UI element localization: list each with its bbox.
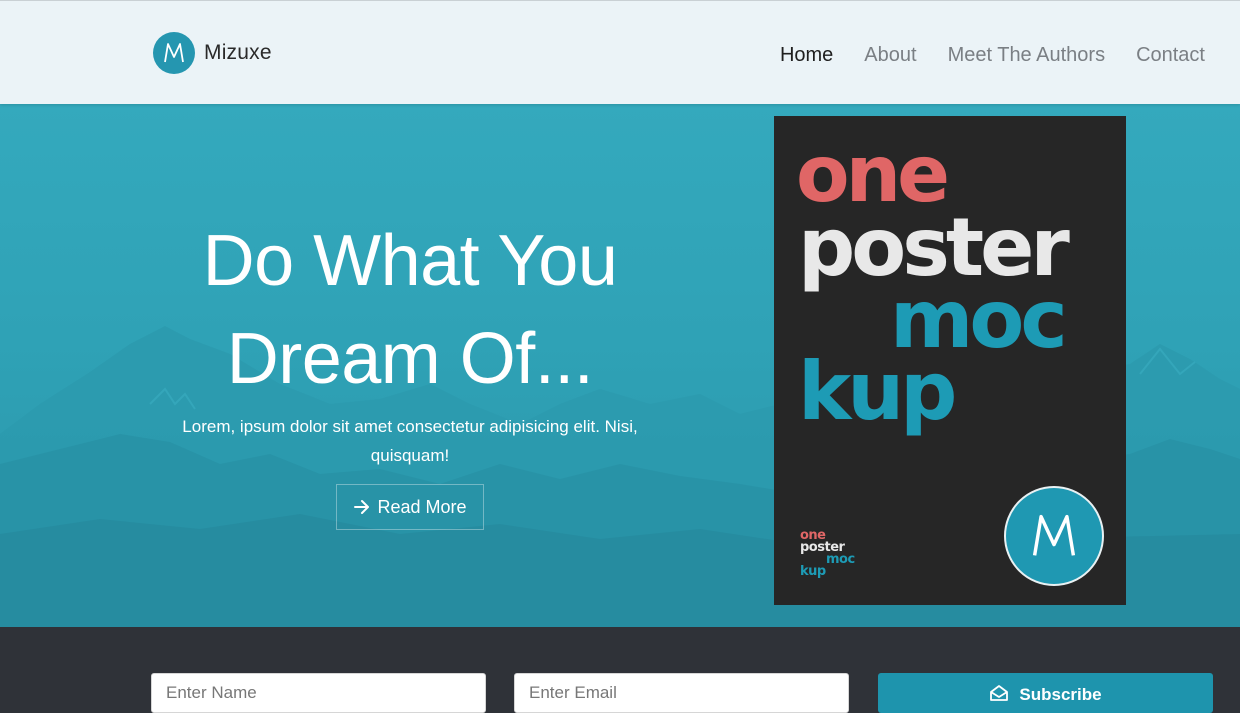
arrow-right-icon bbox=[354, 500, 370, 514]
nav-link-contact[interactable]: Contact bbox=[1136, 42, 1205, 68]
hero-title-line-1: Do What You bbox=[202, 221, 618, 301]
email-input[interactable] bbox=[514, 673, 849, 713]
envelope-open-icon bbox=[990, 685, 1009, 701]
nav-link-meet-the-authors[interactable]: Meet The Authors bbox=[948, 42, 1106, 68]
nav-link-about[interactable]: About bbox=[864, 42, 916, 68]
read-more-label: Read More bbox=[377, 496, 467, 517]
brand-name: Mizuxe bbox=[204, 41, 272, 64]
read-more-button[interactable]: Read More bbox=[336, 484, 484, 530]
hero-title-line-2: Dream Of... bbox=[226, 319, 594, 399]
poster-word-kup: kup bbox=[798, 345, 957, 438]
poster-mini-word-kup: kup bbox=[800, 564, 826, 579]
subscribe-section: Subscribe bbox=[0, 627, 1240, 713]
poster-mockup-image: one poster moc kup one poster moc kup bbox=[774, 116, 1126, 605]
nav-link-home[interactable]: Home bbox=[780, 42, 833, 68]
hero-section: Do What You Dream Of... Lorem, ipsum dol… bbox=[0, 104, 1240, 627]
nav-menu: Home About Meet The Authors Contact bbox=[780, 42, 1205, 68]
brand[interactable]: Mizuxe bbox=[153, 32, 272, 74]
poster-mini-logo-text: one poster moc kup bbox=[800, 529, 855, 579]
brand-logo-icon bbox=[153, 32, 195, 74]
poster-m-logo-icon bbox=[1004, 486, 1104, 586]
hero-description: Lorem, ipsum dolor sit amet consectetur … bbox=[182, 417, 638, 465]
subscribe-button[interactable]: Subscribe bbox=[878, 673, 1213, 713]
navbar: Mizuxe Home About Meet The Authors Conta… bbox=[0, 0, 1240, 104]
name-input[interactable] bbox=[151, 673, 486, 713]
subscribe-button-label: Subscribe bbox=[1019, 685, 1102, 704]
hero-title: Do What You Dream Of... bbox=[130, 212, 690, 408]
